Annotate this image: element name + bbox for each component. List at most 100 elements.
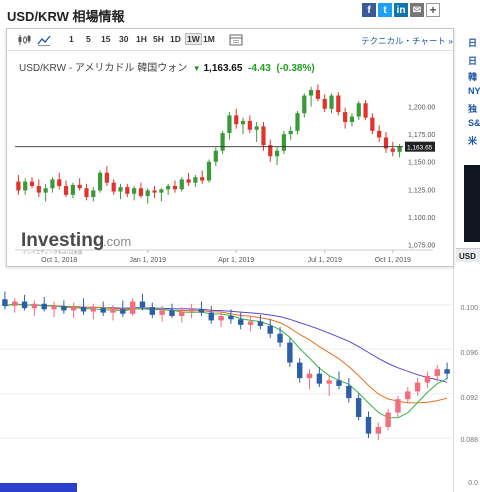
bg-candle-body xyxy=(346,385,352,399)
bg-candle-body xyxy=(287,342,293,363)
share-buttons: f t in ✉ + xyxy=(362,3,440,17)
bg-candle-body xyxy=(198,309,205,313)
candle-body xyxy=(206,161,212,181)
news-item[interactable]: NY xyxy=(468,86,480,96)
bg-candle-body xyxy=(257,321,264,326)
news-item[interactable]: 日 xyxy=(468,36,477,49)
bg-candle-body xyxy=(179,311,185,316)
news-item[interactable]: 韓 xyxy=(468,70,477,83)
background-price-axis: 0.100 0.096 0.092 0.088 0.0 xyxy=(453,262,480,492)
candle-body xyxy=(50,179,55,189)
twitter-icon[interactable]: t xyxy=(378,3,392,17)
interval-5[interactable]: 5 xyxy=(86,34,91,44)
bg-candle-body xyxy=(2,299,8,306)
news-item[interactable]: S& xyxy=(468,118,480,128)
candle-body xyxy=(138,188,144,196)
right-panel-ad-block xyxy=(464,165,480,242)
bg-candle-body xyxy=(110,309,116,313)
mail-icon[interactable]: ✉ xyxy=(410,3,424,17)
bg-candle-body xyxy=(12,301,18,306)
bg-candle-body xyxy=(51,305,57,310)
candle-body xyxy=(329,95,334,109)
candle-body xyxy=(145,190,150,196)
interval-1w[interactable]: 1W xyxy=(185,33,202,45)
candle-body xyxy=(227,115,232,134)
bg-candle-body xyxy=(41,303,47,310)
bg-candle-body xyxy=(395,399,401,413)
bg-candle-body xyxy=(434,369,440,376)
x-tick-label: Oct 1, 2019 xyxy=(375,257,411,264)
candle-body xyxy=(172,186,178,190)
technical-chart-link[interactable]: テクニカル・チャート » xyxy=(361,35,453,47)
price-chart[interactable]: 1,075.00 1,100.00 1,125.00 1,150.00 1,175.00… xyxy=(7,73,453,266)
candle-body xyxy=(397,146,402,152)
investing-logo: Investing xyxy=(21,230,104,251)
candlestick-type-icon[interactable] xyxy=(17,34,31,46)
candle-body xyxy=(377,130,382,138)
bg-candle-body xyxy=(306,373,313,379)
news-item[interactable]: 日 xyxy=(468,54,477,67)
bg-candle-body xyxy=(21,301,28,309)
bg-candle-body xyxy=(120,309,126,314)
candle-body xyxy=(302,95,307,114)
background-bottom-tab[interactable] xyxy=(0,483,77,492)
candle-body xyxy=(186,179,191,183)
y-tick-label: 1,150.00 xyxy=(408,160,435,167)
candle-body xyxy=(349,116,355,123)
candle-body xyxy=(343,112,348,123)
facebook-icon[interactable]: f xyxy=(362,3,376,17)
candle-body xyxy=(77,184,82,189)
bg-candle-body xyxy=(277,333,283,343)
interval-15[interactable]: 15 xyxy=(101,34,110,44)
candle-body xyxy=(16,181,21,191)
interval-1d[interactable]: 1D xyxy=(170,34,181,44)
candle-body xyxy=(111,182,116,192)
investing-tagline: インベスティング.com 日本版 xyxy=(22,249,83,256)
bg-candle-body xyxy=(267,325,273,334)
page-root: 0.100 0.096 0.092 0.088 0.0 日 日 韓 NY 独 S… xyxy=(0,0,480,492)
interval-1[interactable]: 1 xyxy=(69,34,74,44)
bg-candle-body xyxy=(31,303,38,309)
bg-candle-body xyxy=(336,380,342,386)
candle-body xyxy=(104,172,110,183)
bg-tick-label: 0.088 xyxy=(460,437,478,444)
candle-body xyxy=(363,103,368,118)
candle-body xyxy=(159,189,164,193)
bg-candle-body xyxy=(169,310,175,316)
candle-body xyxy=(118,187,123,192)
indicator-icon[interactable] xyxy=(37,34,51,46)
bg-candle-body xyxy=(228,315,234,320)
bg-candle-body xyxy=(90,308,97,312)
right-panel-tab-usd[interactable]: USD xyxy=(456,248,480,262)
candle-body xyxy=(322,98,327,109)
interval-1m[interactable]: 1M xyxy=(203,34,215,44)
bg-candle-body xyxy=(70,307,77,311)
candle-body xyxy=(336,95,341,113)
more-share-icon[interactable]: + xyxy=(426,3,440,17)
candle-body xyxy=(213,150,218,162)
candle-body xyxy=(220,133,225,151)
candle-body xyxy=(254,126,259,130)
news-item[interactable]: 米 xyxy=(468,134,477,147)
quote-header: USD/KRW - アメリカドル 韓国ウォン ▼ 1,163.65 -4.43 … xyxy=(19,59,315,74)
news-item[interactable]: 独 xyxy=(468,102,477,115)
bg-tick-label: 0.100 xyxy=(460,305,478,312)
bg-candle-body xyxy=(424,375,431,383)
x-tick-label: Jul 1, 2019 xyxy=(308,257,342,264)
candle-body xyxy=(84,188,89,198)
bg-candle-body xyxy=(80,307,87,312)
bg-candle-body xyxy=(405,391,411,400)
down-arrow-icon: ▼ xyxy=(192,64,201,73)
bg-candle-body xyxy=(139,301,146,308)
candle-body xyxy=(315,90,321,99)
linkedin-icon[interactable]: in xyxy=(394,3,408,17)
x-tick-label: Jan 1, 2019 xyxy=(129,257,166,264)
interval-30[interactable]: 30 xyxy=(119,34,128,44)
bg-tick-label: 0.0 xyxy=(468,480,478,487)
bg-candle-body xyxy=(316,373,323,384)
chart-settings-icon[interactable] xyxy=(229,34,243,46)
candle-body xyxy=(29,181,35,187)
interval-5h[interactable]: 5H xyxy=(153,34,164,44)
chart-toolbar: 1 5 15 30 1H 5H 1D 1W 1M テクニカル・チャート » xyxy=(7,29,453,51)
interval-1h[interactable]: 1H xyxy=(136,34,147,44)
